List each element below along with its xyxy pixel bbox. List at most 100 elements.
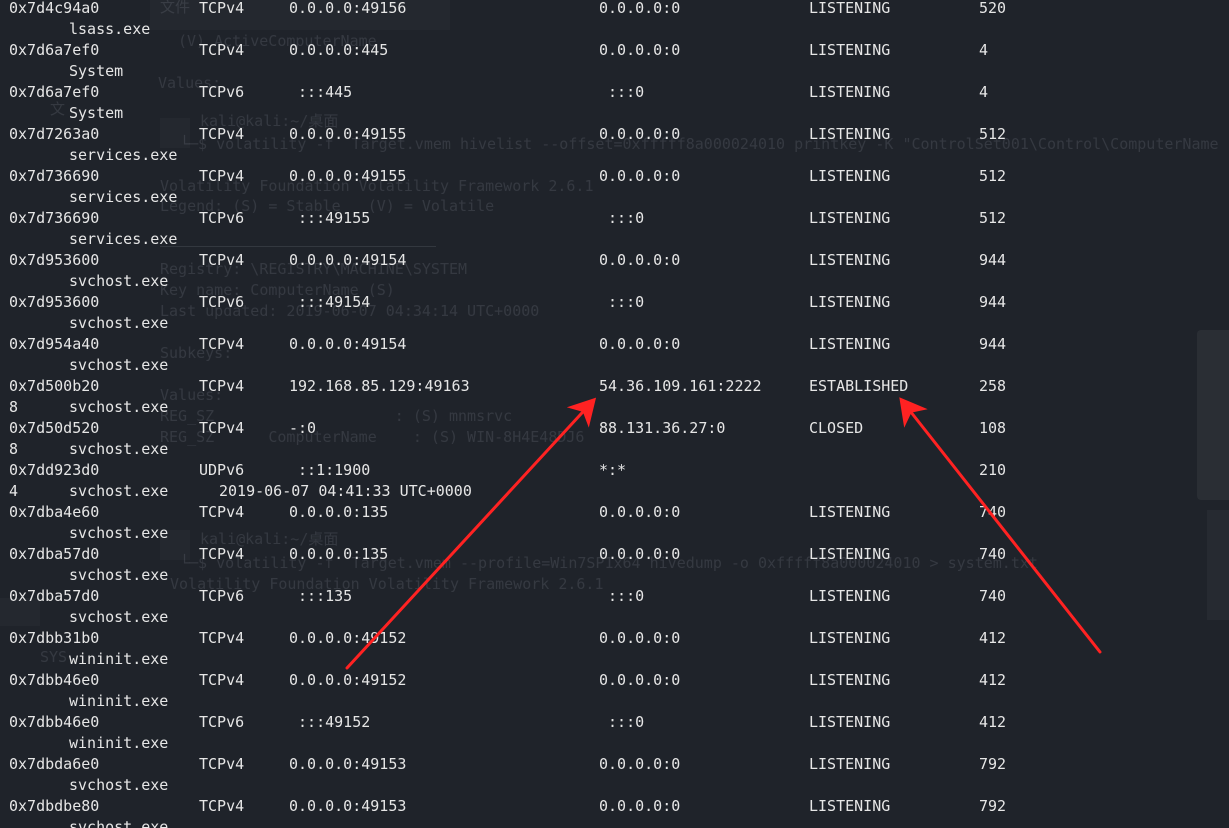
pid-cell: 412: [979, 713, 1007, 731]
table-row: 0x7dbb31b0 TCPv4 0.0.0.0:49152 0.0.0.0:0 LIS…: [0, 629, 1229, 671]
offset-cell: 0x7dbb31b0: [9, 629, 100, 647]
state-cell: LISTENING: [809, 167, 891, 185]
offset-cell: 0x7dba4e60: [9, 503, 100, 521]
offset-cell: 0x7dd923d0: [9, 461, 100, 479]
owner-cell: wininit.exe: [69, 692, 169, 710]
state-cell: LISTENING: [809, 293, 891, 311]
pid-cell: 520: [979, 0, 1007, 17]
owner-cell: svchost.exe: [69, 482, 169, 500]
state-cell: LISTENING: [809, 125, 891, 143]
state-cell: LISTENING: [809, 251, 891, 269]
pid-cell: 792: [979, 797, 1007, 815]
state-cell: LISTENING: [809, 335, 891, 353]
table-row: 0x7d4c94a0 TCPv4 0.0.0.0:49156 0.0.0.0:0 LIS…: [0, 0, 1229, 41]
table-row: 0x7d736690 TCPv4 0.0.0.0:49155 0.0.0.0:0 LIS…: [0, 167, 1229, 209]
owner-cell: wininit.exe: [69, 650, 169, 668]
offset-cell: 0x7dba57d0: [9, 587, 100, 605]
offset-cell: 0x7d500b20: [9, 377, 100, 395]
state-cell: LISTENING: [809, 83, 891, 101]
owner-cell: svchost.exe: [69, 272, 169, 290]
state-cell: LISTENING: [809, 629, 891, 647]
local-address-cell: 0.0.0.0:49156: [289, 0, 407, 17]
table-row: 0x7dbb46e0 TCPv6 :::49152 :::0 LISTENING 41…: [0, 713, 1229, 755]
offset-cell: 0x7dbdbe80: [9, 797, 100, 815]
pid-cell: 944: [979, 335, 1007, 353]
table-row: 0x7d6a7ef0 TCPv4 0.0.0.0:445 0.0.0.0:0 LISTE…: [0, 41, 1229, 83]
table-row: 0x7d7263a0 TCPv4 0.0.0.0:49155 0.0.0.0:0 LIS…: [0, 125, 1229, 167]
local-address-cell: 0.0.0.0:49155: [289, 167, 407, 185]
table-row: 0x7dba4e60 TCPv4 0.0.0.0:135 0.0.0.0:0 LISTE…: [0, 503, 1229, 545]
pid-cell: 944: [979, 251, 1007, 269]
protocol-cell: TCPv4: [199, 503, 245, 521]
remote-address-cell: 88.131.36.27:0: [599, 419, 726, 437]
owner-cell: svchost.exe: [69, 440, 169, 458]
offset-cell: 0x7d50d520: [9, 419, 100, 437]
remote-address-cell: 0.0.0.0:0: [599, 503, 681, 521]
table-row: 0x7d736690 TCPv6 :::49155 :::0 LISTENING 51…: [0, 209, 1229, 251]
local-address-cell: 0.0.0.0:49152: [289, 671, 407, 689]
pid-cell: 108: [979, 419, 1007, 437]
protocol-cell: TCPv4: [199, 125, 245, 143]
offset-cell: 0x7d6a7ef0: [9, 83, 100, 101]
remote-address-cell: :::0: [599, 293, 645, 311]
owner-cell: svchost.exe: [69, 818, 169, 828]
owner-cell: svchost.exe: [69, 356, 169, 374]
owner-cell: services.exe: [69, 188, 178, 206]
protocol-cell: TCPv4: [199, 671, 245, 689]
owner-cell: wininit.exe: [69, 734, 169, 752]
state-cell: LISTENING: [809, 545, 891, 563]
offset-cell: 0x7d4c94a0: [9, 0, 100, 17]
remote-address-cell: :::0: [599, 713, 645, 731]
local-address-cell: :::445: [289, 83, 353, 101]
created-cell: 2019-06-07 04:41:33 UTC+0000: [219, 482, 472, 500]
pid-cell: 4: [979, 41, 989, 59]
table-row: 0x7d500b20 TCPv4 192.168.85.129:49163 54.36…: [0, 377, 1229, 419]
protocol-cell: TCPv4: [199, 797, 245, 815]
protocol-cell: TCPv4: [199, 335, 245, 353]
local-address-cell: -:0: [289, 419, 317, 437]
owner-cell: services.exe: [69, 230, 178, 248]
remote-address-cell: :::0: [599, 209, 645, 227]
state-cell: LISTENING: [809, 41, 891, 59]
protocol-cell: TCPv4: [199, 629, 245, 647]
table-row: 0x7dbdbe80 TCPv4 0.0.0.0:49153 0.0.0.0:0 LIS…: [0, 797, 1229, 828]
owner-cell: svchost.exe: [69, 524, 169, 542]
state-cell: LISTENING: [809, 755, 891, 773]
offset-cell: 0x7dba57d0: [9, 545, 100, 563]
pid-cell: 412: [979, 629, 1007, 647]
offset-cell: 0x7d6a7ef0: [9, 41, 100, 59]
offset-cell: 0x7d7263a0: [9, 125, 100, 143]
offset-cell: 0x7d953600: [9, 251, 100, 269]
terminal-window[interactable]: 文件 (V) ActiveComputerName Values: 文 kali…: [0, 0, 1229, 828]
owner-cell: lsass.exe: [69, 20, 151, 38]
protocol-cell: TCPv4: [199, 377, 245, 395]
protocol-cell: TCPv4: [199, 545, 245, 563]
protocol-cell: TCPv6: [199, 83, 245, 101]
protocol-cell: TCPv4: [199, 41, 245, 59]
pid-cell: 944: [979, 293, 1007, 311]
local-address-cell: :::49155: [289, 209, 371, 227]
owner-cell: svchost.exe: [69, 776, 169, 794]
remote-address-cell: 0.0.0.0:0: [599, 0, 681, 17]
protocol-cell: TCPv4: [199, 419, 245, 437]
local-address-cell: 0.0.0.0:49155: [289, 125, 407, 143]
offset-cell: 0x7d736690: [9, 167, 100, 185]
state-cell: LISTENING: [809, 713, 891, 731]
protocol-cell: TCPv4: [199, 251, 245, 269]
protocol-cell: TCPv6: [199, 209, 245, 227]
netscan-output: 0x7d4c94a0 TCPv4 0.0.0.0:49156 0.0.0.0:0 LIS…: [0, 0, 1229, 828]
pid-cell: 740: [979, 587, 1007, 605]
table-row: 0x7dbda6e0 TCPv4 0.0.0.0:49153 0.0.0.0:0 LIS…: [0, 755, 1229, 797]
local-address-cell: 0.0.0.0:135: [289, 545, 389, 563]
remote-address-cell: 0.0.0.0:0: [599, 251, 681, 269]
offset-cell: 0x7dbda6e0: [9, 755, 100, 773]
local-address-cell: 0.0.0.0:49154: [289, 335, 407, 353]
remote-address-cell: 0.0.0.0:0: [599, 335, 681, 353]
table-row: 0x7d953600 TCPv4 0.0.0.0:49154 0.0.0.0:0 LIS…: [0, 251, 1229, 293]
pid-cell: 4: [979, 83, 989, 101]
table-row: 0x7dbb46e0 TCPv4 0.0.0.0:49152 0.0.0.0:0 LIS…: [0, 671, 1229, 713]
pid-cell: 792: [979, 755, 1007, 773]
protocol-cell: TCPv6: [199, 713, 245, 731]
owner-cell: svchost.exe: [69, 314, 169, 332]
remote-address-cell: 0.0.0.0:0: [599, 755, 681, 773]
